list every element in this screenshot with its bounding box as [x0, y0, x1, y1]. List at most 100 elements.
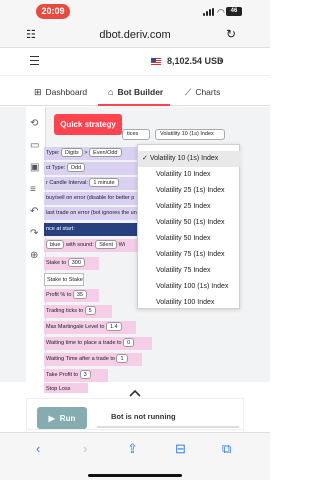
- set-trading-ticks-block[interactable]: Trading ticks to 5: [44, 305, 112, 318]
- tab-label: Dashboard: [45, 87, 88, 97]
- set-stop-loss-block[interactable]: Stop Loss: [44, 383, 88, 393]
- app-header: 8,102.54 USD ▾: [0, 48, 270, 76]
- block-label: r Candle Interval:: [46, 180, 88, 186]
- save-icon[interactable]: ▣: [30, 162, 39, 173]
- set-stake-block[interactable]: Stake to 300: [44, 257, 99, 270]
- tab-charts[interactable]: ⟋ Charts: [185, 78, 220, 106]
- dropdown-option[interactable]: Volatility 75 (1s) Index: [156, 247, 240, 263]
- dropdown-option[interactable]: Volatility 100 (1s) Index: [156, 279, 240, 295]
- block-label: to: [66, 292, 72, 298]
- hamburger-menu-icon[interactable]: [30, 56, 39, 65]
- check-icon: ✓: [142, 155, 148, 162]
- restart-last-trade-block[interactable]: last trade on error (bot ignores the un: [44, 207, 137, 220]
- tab-label: Bot Builder: [117, 87, 164, 97]
- zoom-in-icon[interactable]: ⊕: [30, 250, 38, 261]
- candle-interval-dropdown[interactable]: 1 minute: [89, 178, 119, 188]
- block-label: Max Martingale Level: [46, 324, 99, 330]
- quick-strategy-button[interactable]: Quick strategy: [54, 114, 122, 135]
- profit-value-field[interactable]: 35: [72, 290, 88, 300]
- wifi-icon: ◠: [217, 7, 225, 17]
- dropdown-option[interactable]: Volatility 100 Index: [156, 295, 240, 311]
- set-waiting-place-block[interactable]: Waiting time to place a trade to 0: [44, 337, 152, 350]
- tabs-icon[interactable]: ⧉: [222, 441, 231, 457]
- block-label: Stake to Stake: [47, 277, 83, 283]
- block-label: nce at start:: [46, 226, 75, 232]
- set-profit-block[interactable]: Profit % to 35: [44, 289, 99, 302]
- us-flag-icon: [151, 58, 161, 65]
- block-label: Waiting Time after a trade: [46, 356, 109, 362]
- forward-icon[interactable]: ›: [83, 441, 87, 456]
- take-profit-field[interactable]: 3: [79, 370, 91, 380]
- martingale-value-field[interactable]: 1.4: [105, 322, 122, 332]
- run-panel: ▶ Run Bot is not running: [26, 398, 244, 430]
- trade-type-dropdown[interactable]: Even/Odd: [89, 148, 122, 158]
- set-waiting-after-block[interactable]: Waiting Time after a trade to 1: [44, 353, 142, 366]
- dropdown-option[interactable]: Volatility 50 (1s) Index: [156, 215, 240, 231]
- dropdown-option[interactable]: Volatility 10 Index: [156, 167, 240, 183]
- waiting-place-field[interactable]: 0: [123, 338, 135, 348]
- signal-icon: [203, 8, 215, 16]
- account-balance[interactable]: 8,102.54 USD: [167, 56, 224, 66]
- notify-sound-dropdown[interactable]: Silent: [95, 240, 118, 250]
- undo-icon[interactable]: ↶: [30, 206, 38, 217]
- block-label: Stake: [46, 260, 61, 266]
- back-icon[interactable]: ‹: [36, 441, 40, 456]
- run-once-at-start-block[interactable]: nce at start:: [44, 223, 137, 236]
- share-icon[interactable]: ⇪: [127, 441, 138, 457]
- tab-dashboard[interactable]: ⊞ Dashboard: [34, 78, 87, 106]
- symbol-dropdown-menu: ✓ Volatility 10 (1s) Index Volatility 10…: [137, 144, 241, 311]
- block-label: ct Type:: [46, 165, 66, 171]
- status-time: 20:09: [36, 4, 70, 19]
- dropdown-option[interactable]: Volatility 25 Index: [156, 199, 240, 215]
- chevron-up-icon[interactable]: [128, 388, 142, 398]
- block-label: Take Profit: [46, 372, 72, 378]
- bookmarks-icon[interactable]: ⊟: [175, 441, 186, 457]
- home-indicator: [88, 474, 182, 477]
- block-label-tail: Wi: [118, 242, 126, 248]
- dropdown-option[interactable]: Volatility 50 Index: [156, 231, 240, 247]
- battery-icon: 46: [226, 7, 242, 16]
- market-field[interactable]: tices: [122, 129, 150, 140]
- run-button[interactable]: ▶ Run: [37, 407, 87, 429]
- trade-type-block[interactable]: Type: Digits > Even/Odd: [44, 147, 137, 160]
- run-progress-track: [97, 426, 239, 428]
- block-label: Waiting time to place a trade: [46, 340, 116, 346]
- waiting-after-field[interactable]: 1: [116, 354, 128, 364]
- reset-icon[interactable]: ⟲: [30, 118, 38, 129]
- stake-value-field[interactable]: 300: [67, 258, 85, 268]
- status-bar: 20:09 ◠ 46: [0, 0, 270, 22]
- safari-toolbar: ‹ › ⇪ ⊟ ⧉: [0, 432, 270, 480]
- symbol-field[interactable]: Volatility 10 (1s) Index: [155, 129, 225, 140]
- trade-category-dropdown[interactable]: Digits: [60, 148, 83, 158]
- set-martingale-block[interactable]: Max Martingale Level to 1.4: [44, 321, 136, 334]
- active-tab-indicator: [98, 104, 170, 106]
- redo-icon[interactable]: ↷: [30, 228, 38, 239]
- reload-icon[interactable]: ↻: [226, 27, 236, 41]
- contract-type-dropdown[interactable]: Odd: [66, 163, 86, 173]
- dropdown-option[interactable]: Volatility 25 (1s) Index: [156, 183, 240, 199]
- dashboard-icon: ⊞: [34, 87, 42, 97]
- contract-type-block[interactable]: ct Type: Odd: [44, 162, 137, 175]
- restart-buy-sell-block[interactable]: buy/sell on error (disable for better p: [44, 192, 137, 205]
- sort-icon[interactable]: ≡: [30, 184, 36, 195]
- set-take-profit-block[interactable]: Take Profit to 3: [44, 369, 108, 382]
- run-label: Run: [59, 413, 76, 423]
- block-label: to: [99, 324, 105, 330]
- dropdown-option[interactable]: Volatility 75 Index: [156, 263, 240, 279]
- notify-block[interactable]: blue with sound: Silent Wi: [44, 239, 137, 252]
- initial-stake-block[interactable]: Stake to Stake: [44, 273, 84, 286]
- url-bar[interactable]: ☷ dbot.deriv.com ↻: [0, 22, 270, 48]
- block-label: buy/sell on error (disable for better p: [46, 195, 135, 201]
- open-folder-icon[interactable]: ▭: [30, 140, 39, 151]
- trading-ticks-field[interactable]: 5: [84, 306, 96, 316]
- chevron-down-icon[interactable]: ▾: [219, 57, 223, 65]
- tab-bot-builder[interactable]: ⌂ Bot Builder: [108, 78, 163, 106]
- notify-color-dropdown[interactable]: blue: [46, 240, 65, 250]
- block-label: Type:: [46, 150, 60, 156]
- bot-status: Bot is not running: [111, 412, 176, 421]
- dropdown-option[interactable]: ✓ Volatility 10 (1s) Index: [138, 151, 241, 167]
- block-label: to: [117, 340, 122, 346]
- candle-interval-block[interactable]: r Candle Interval: 1 minute: [44, 177, 137, 190]
- play-icon: ▶: [48, 413, 55, 423]
- block-label: to: [78, 308, 84, 314]
